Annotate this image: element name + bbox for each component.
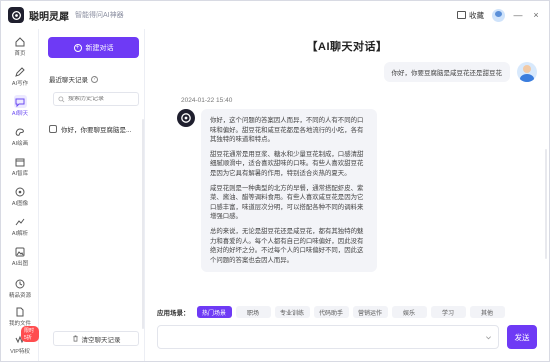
sidebar-item-label: AI图像 [11,201,29,207]
sidebar-item-label: AI聊天 [11,111,29,117]
sidebar-item-vip[interactable]: 限时5折 VIP特权 [1,326,39,359]
scene-tag-workplace[interactable]: 职场 [235,306,271,318]
new-chat-button[interactable]: + 新建对话 [48,37,139,58]
scene-tag-other[interactable]: 其他 [469,306,505,318]
help-icon[interactable]: ? [91,75,98,83]
sidebar-item-label: AI绘画 [11,141,29,147]
message-input-box[interactable] [157,325,499,349]
clear-history-label: 清空聊天记录 [81,336,121,344]
conversation-scrollbar[interactable] [142,119,144,329]
bot-paragraph: 总的来说，无论是甜豆花还是咸豆花，都有其独特的魅力和喜爱的人。每个人都有自己的口… [210,227,364,264]
trash-icon [72,335,78,342]
scene-tag-code[interactable]: 代码助手 [313,306,349,318]
message-input[interactable] [158,326,478,349]
sidebar-item-label: AI解析 [11,231,29,237]
bot-paragraph: 甜豆花通常是用豆浆、糖水和少量豆花制成，口感清甜细腻顺滑中，适合喜欢甜味的口味。… [210,150,364,177]
chat-icon [13,95,27,108]
pen-icon [14,65,27,78]
bot-paragraph: 咸豆花则是一种典型的北方的早餐，通常搭配虾皮、紫菜、酱油、醋等调料食用。有些人喜… [210,184,364,221]
scene-tag-training[interactable]: 专业训练 [274,306,310,318]
minimize-button[interactable]: — [513,10,523,20]
home-icon [14,35,27,48]
sidebar-item-analyze[interactable]: AI解析 [1,211,39,241]
favorite-button[interactable]: 收藏 [457,10,484,21]
sidebar-item-label: AI写作 [11,81,29,87]
plus-icon: + [73,43,82,52]
resource-icon [14,277,27,290]
scene-tag-study[interactable]: 学习 [430,306,466,318]
recent-title-text: 最近聊天记录 [49,77,88,84]
sidebar-item-writing[interactable]: AI写作 [1,61,39,91]
scene-label: 应用场景： [157,310,190,317]
scene-tag-marketing[interactable]: 营销运作 [352,306,388,318]
picture-icon [14,245,27,258]
bot-avatar-icon [177,109,195,127]
app-name: 聪明灵犀 [29,11,69,23]
chevron-down-icon[interactable] [485,334,492,341]
favorite-label: 收藏 [469,10,484,20]
sidebar-item-paint[interactable]: AI绘画 [1,121,39,151]
sidebar-item-label: 精品资源 [8,293,31,299]
sidebar-item-label: AI出图 [11,261,29,267]
conversation-title: 你好，你要聊豆腐脑是... [61,127,132,134]
promo-badge: 限时5折 [21,326,39,342]
search-icon [58,95,65,102]
bot-paragraph: 你好，这个问题的答案因人而异，不同的人有不同的口味和偏好。甜豆花和咸豆花都是各地… [210,117,364,144]
send-button[interactable]: 发送 [507,325,537,349]
file-icon [14,305,27,318]
app-subtitle: 智能得问AI神器 [75,12,124,19]
user-avatar-large [517,62,537,82]
app-window: 聪明灵犀 智能得问AI神器 收藏 — × 首页 AI写作 AI聊天 AI绘画 A… [0,0,550,362]
message-timestamp: 2024-01-22 15:40 [181,97,233,104]
conversation-item[interactable]: 你好，你要聊豆腐脑是... [49,121,141,137]
title-bar: 聪明灵犀 智能得问AI神器 收藏 — × [1,1,549,29]
main-sidebar: 首页 AI写作 AI聊天 AI绘画 AI智库 AI图像 AI解析 AI出图 精品… [1,29,39,361]
new-chat-label: 新建对话 [85,44,114,52]
library-icon [14,155,27,168]
chat-main: 【AI聊天对话】 你好，你要豆腐脑是咸豆花还是甜豆花 2024-01-22 15… [145,29,549,361]
app-logo-icon [8,7,24,23]
user-message-row: 你好，你要豆腐脑是咸豆花还是甜豆花 [383,62,537,82]
chat-title: 【AI聊天对话】 [306,41,388,53]
recent-title: 最近聊天记录 ? [49,74,98,84]
paint-icon [14,125,27,138]
search-input[interactable] [68,96,136,102]
history-search[interactable] [53,92,139,106]
sidebar-item-library[interactable]: AI智库 [1,151,39,181]
sidebar-item-picture[interactable]: AI出图 [1,241,39,271]
sidebar-item-label: AI智库 [11,171,29,177]
scene-tag-hot[interactable]: 热门场景 [196,306,232,318]
image-icon [14,185,27,198]
sidebar-item-label: 首页 [14,51,26,57]
conversation-panel: + 新建对话 最近聊天记录 ? 你好，你要聊豆腐脑是... 清空聊天记录 [39,29,145,361]
bot-message: 你好，这个问题的答案因人而异，不同的人有不同的口味和偏好。甜豆花和咸豆花都是各地… [201,109,377,273]
chat-scrollbar[interactable] [545,149,547,259]
sidebar-item-image[interactable]: AI图像 [1,181,39,211]
close-button[interactable]: × [531,10,541,20]
clear-history-button[interactable]: 清空聊天记录 [53,331,139,346]
sidebar-item-resource[interactable]: 精品资源 [1,273,39,303]
favorite-icon [457,11,466,19]
user-avatar[interactable] [492,8,505,22]
chat-item-icon [49,125,57,133]
analyze-icon [14,215,27,228]
scene-tag-entertainment[interactable]: 娱乐 [391,306,427,318]
sidebar-item-chat[interactable]: AI聊天 [1,91,39,121]
sidebar-item-home[interactable]: 首页 [1,31,39,61]
scene-row: 应用场景： 热门场景 职场 专业训练 代码助手 营销运作 娱乐 学习 其他 [157,306,505,318]
sidebar-item-label: VIP特权 [10,349,30,355]
user-message: 你好，你要豆腐脑是咸豆花还是甜豆花 [383,62,510,82]
